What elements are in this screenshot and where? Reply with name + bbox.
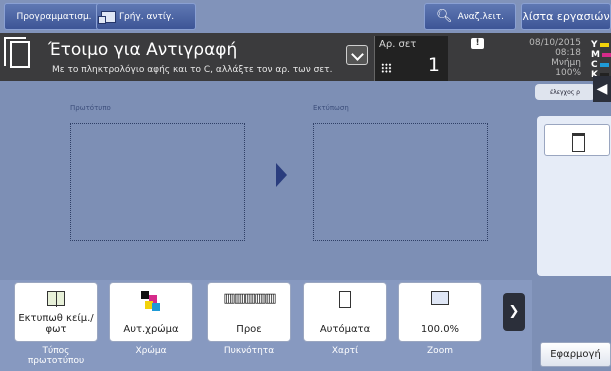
original-type-label: Τύπος πρωτοτύπου [27,346,85,366]
ready-hint: Με το πληκτρολόγιο αφής και το C, αλλάξτ… [52,65,333,75]
search-function-button[interactable]: 🔍︎ Αναζ.λειτ. [424,3,516,30]
color-label: Χρώμα [135,346,167,356]
status-dropdown-button[interactable] [346,45,368,65]
output-preview-box [313,123,488,241]
original-preview-box [70,123,245,241]
density-button[interactable]: ▥▥▥▥▥ Προε [207,282,291,342]
toner-m: M [591,50,611,60]
document-icon [4,37,30,68]
preview-area: Πρωτότυπο Εκτύπωση [0,81,532,281]
paper-icon [339,291,351,308]
apply-label: Εφαρμογή [550,349,601,360]
original-label: Πρωτότυπο [70,104,111,112]
zoom-icon [431,291,449,305]
time: 08:18 [555,48,581,58]
original-orientation-button[interactable] [544,124,610,156]
zoom-button[interactable]: 100.0% [398,282,482,342]
control-tab[interactable]: έλεγχος ρ [535,84,595,100]
density-value: Προε [236,324,262,335]
memory-label: Μνήμη [551,58,581,68]
search-function-label: Αναζ.λειτ. [457,11,504,22]
density-label: Πυκνότητα [223,346,275,356]
collapse-arrow-icon[interactable]: ◀︎ [593,76,611,102]
zoom-value: 100.0% [420,324,460,335]
keypad-icon[interactable] [381,63,392,73]
paper-value: Αυτόματα [319,324,371,335]
next-page-button[interactable]: ❯ [503,293,525,331]
date-time-memory: 08/10/2015 08:18 Μνήμη 100% [529,38,581,78]
sets-label: Αρ. σετ [379,39,417,50]
copy-icon [98,10,116,24]
original-type-button[interactable]: Εκτυπωθ κείμ./φωτ [14,282,98,342]
search-icon: 🔍︎ [436,9,453,24]
toner-levels: Y M C K [591,40,611,80]
control-tab-label: έλεγχος ρ [550,88,580,96]
density-icon: ▥▥▥▥▥ [223,291,276,306]
job-list-label: λίστα εργασιών [522,10,610,23]
paper-label: Χαρτί [331,346,359,356]
book-icon [47,291,65,307]
zoom-label: Zoom [427,346,453,356]
color-icon [141,291,161,311]
toner-y: Y [591,40,611,50]
date: 08/10/2015 [529,38,581,48]
quick-copy-label: Γρήγ. αντίγ. [119,11,175,22]
job-list-button[interactable]: λίστα εργασιών [521,3,611,30]
color-button[interactable]: Αυτ.χρώμα [109,282,193,342]
warning-icon[interactable]: ! [471,38,484,49]
sets-value: 1 [427,54,440,76]
program-button-label: Προγραμματισμ. [16,11,92,22]
memory-value: 100% [555,68,581,78]
toner-c: C [591,60,611,70]
output-label: Εκτύπωση [313,104,349,112]
program-button[interactable]: Προγραμματισμ. [4,3,104,30]
arrow-right-icon [276,163,287,187]
status-bar: Έτοιμο για Αντιγραφή Με το πληκτρολόγιο … [0,33,611,81]
apply-button[interactable]: Εφαρμογή [540,342,611,367]
sets-counter[interactable]: Αρ. σετ 1 [374,36,448,81]
quick-copy-button[interactable]: Γρήγ. αντίγ. [96,3,196,30]
color-value: Αυτ.χρώμα [123,324,179,335]
paper-button[interactable]: Αυτόματα [303,282,387,342]
ready-title: Έτοιμο για Αντιγραφή [48,40,238,60]
original-type-value: Εκτυπωθ κείμ./φωτ [18,313,94,335]
